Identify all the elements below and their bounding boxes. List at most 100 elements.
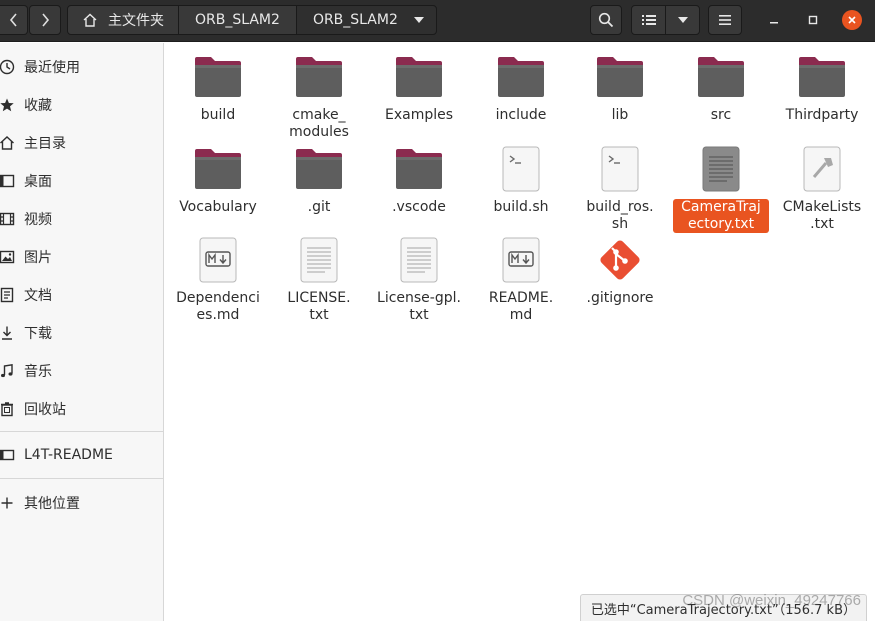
sidebar-separator (0, 431, 163, 432)
view-options-button[interactable] (665, 5, 700, 35)
chevron-right-icon (42, 13, 50, 27)
sidebar-item-label: 文档 (24, 288, 52, 304)
close-button[interactable] (842, 10, 862, 30)
file-label: License-gpl. txt (377, 290, 461, 323)
home-icon (82, 12, 98, 28)
file-item-vocabulary[interactable]: Vocabulary (168, 142, 268, 216)
file-item-cmakelists[interactable]: CMakeLists .txt (772, 142, 872, 233)
file-label: include (495, 107, 547, 123)
sidebar-item-label: 最近使用 (24, 60, 80, 76)
sidebar-item-music[interactable]: 音乐 (0, 354, 163, 388)
file-label: CameraTraj ectory.txt (673, 199, 769, 233)
file-item-src[interactable]: src (671, 50, 771, 124)
sidebar-separator (0, 478, 163, 479)
script-file-icon (494, 142, 548, 196)
trash-icon (0, 400, 16, 418)
file-item-build-ros-sh[interactable]: build_ros. sh (570, 142, 670, 233)
file-label: lib (611, 107, 629, 123)
sidebar-item-starred[interactable]: 收藏 (0, 88, 163, 122)
sidebar-item-label: 图片 (24, 250, 52, 266)
folder-icon (392, 142, 446, 196)
folder-icon (191, 142, 245, 196)
watermark: CSDN @weixin_49247766 (682, 592, 861, 609)
file-label: Examples (384, 107, 454, 123)
file-item-build[interactable]: build (168, 50, 268, 124)
folder-icon (494, 50, 548, 104)
sidebar: 最近使用 收藏 主目录 桌面 视频 图片 文档 下载 音乐 回收站 L4T-RE… (0, 43, 164, 621)
file-item-git[interactable]: .git (269, 142, 369, 216)
sidebar-item-documents[interactable]: 文档 (0, 278, 163, 312)
folder-icon (191, 50, 245, 104)
file-item-include[interactable]: include (471, 50, 571, 124)
folder-icon (694, 50, 748, 104)
file-label: Dependenci es.md (176, 290, 260, 323)
file-item-readme[interactable]: README. md (471, 233, 571, 324)
file-item-lib[interactable]: lib (570, 50, 670, 124)
desktop-icon (0, 172, 16, 190)
minimize-button[interactable] (764, 10, 784, 30)
file-label: build.sh (493, 199, 549, 215)
sidebar-item-home[interactable]: 主目录 (0, 126, 163, 160)
file-item-dependencies[interactable]: Dependenci es.md (168, 233, 268, 324)
folder-icon (292, 50, 346, 104)
sidebar-item-downloads[interactable]: 下载 (0, 316, 163, 350)
file-item-build-sh[interactable]: build.sh (471, 142, 571, 216)
file-item-thirdparty[interactable]: Thirdparty (772, 50, 872, 124)
caret-down-icon (413, 17, 424, 23)
file-item-gitignore[interactable]: .gitignore (570, 233, 670, 307)
file-label: build_ros. sh (586, 199, 654, 232)
sidebar-item-label: 其他位置 (24, 496, 80, 512)
sidebar-item-label: 下载 (24, 326, 52, 342)
search-icon (598, 12, 614, 28)
breadcrumb-label: ORB_SLAM2 (312, 12, 398, 28)
markdown-file-icon (191, 233, 245, 287)
sidebar-item-other-locations[interactable]: 其他位置 (0, 486, 163, 520)
file-label: build (200, 107, 236, 123)
sidebar-item-trash[interactable]: 回收站 (0, 392, 163, 426)
breadcrumb: 主文件夹 ORB_SLAM2 ORB_SLAM2 (67, 5, 437, 35)
view-list-button[interactable] (631, 5, 666, 35)
sidebar-item-label: 视频 (24, 212, 52, 228)
file-label: cmake_ modules (289, 107, 349, 140)
file-item-license[interactable]: LICENSE. txt (269, 233, 369, 324)
file-label: Vocabulary (179, 199, 257, 215)
breadcrumb-home[interactable]: 主文件夹 (67, 5, 179, 35)
text-file-icon (392, 233, 446, 287)
breadcrumb-orb-slam2-current[interactable]: ORB_SLAM2 (295, 5, 437, 35)
sidebar-item-recent[interactable]: 最近使用 (0, 50, 163, 84)
breadcrumb-label: 主文件夹 (108, 13, 164, 29)
video-icon (0, 210, 16, 228)
file-item-examples[interactable]: Examples (369, 50, 469, 124)
text-file-icon (694, 142, 748, 196)
file-item-cmake-modules[interactable]: cmake_ modules (269, 50, 369, 141)
sidebar-item-l4t-readme[interactable]: L4T-README (0, 438, 163, 472)
home-icon (0, 134, 16, 152)
star-icon (0, 96, 16, 114)
sidebar-item-label: 主目录 (24, 136, 66, 152)
search-button[interactable] (590, 5, 622, 35)
file-item-license-gpl[interactable]: License-gpl. txt (369, 233, 469, 324)
cmake-file-icon (795, 142, 849, 196)
sidebar-item-pictures[interactable]: 图片 (0, 240, 163, 274)
folder-icon (593, 50, 647, 104)
back-button[interactable] (0, 5, 28, 35)
file-label: .vscode (392, 199, 446, 215)
sidebar-item-videos[interactable]: 视频 (0, 202, 163, 236)
folder-icon (392, 50, 446, 104)
forward-button[interactable] (29, 5, 61, 35)
git-icon (593, 233, 647, 287)
clock-icon (0, 58, 16, 76)
music-icon (0, 362, 16, 380)
file-item-vscode[interactable]: .vscode (369, 142, 469, 216)
file-label: .gitignore (586, 290, 654, 306)
file-label: Thirdparty (785, 107, 859, 123)
breadcrumb-orb-slam2-parent[interactable]: ORB_SLAM2 (178, 5, 297, 35)
file-label: src (710, 107, 732, 123)
list-view-icon (641, 15, 656, 25)
menu-button[interactable] (708, 5, 742, 35)
header-bar: 主文件夹 ORB_SLAM2 ORB_SLAM2 (0, 0, 875, 42)
caret-down-icon (677, 17, 688, 23)
sidebar-item-desktop[interactable]: 桌面 (0, 164, 163, 198)
maximize-button[interactable] (803, 10, 823, 30)
file-item-camera-trajectory[interactable]: CameraTraj ectory.txt (671, 142, 771, 233)
